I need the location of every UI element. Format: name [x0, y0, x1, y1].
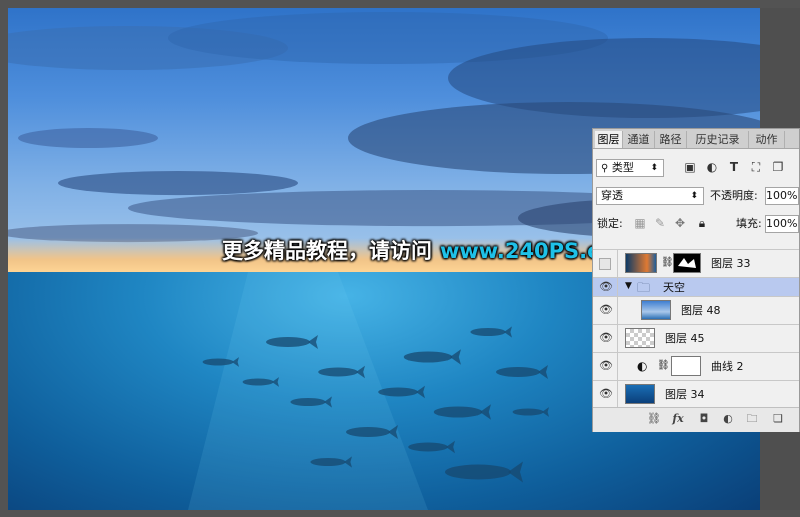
- fx-icon[interactable]: fx: [671, 412, 685, 426]
- new-adjustment-icon[interactable]: ◐: [721, 412, 735, 426]
- lock-transparency-icon[interactable]: ▦: [633, 216, 647, 230]
- adjustment-layer-icon: ◐: [637, 359, 648, 373]
- watermark-text: 更多精品教程，请访问: [222, 239, 432, 263]
- layer-name: 图层 34: [665, 388, 705, 401]
- new-group-icon[interactable]: 🗀: [745, 412, 759, 426]
- blend-row: 穿透 ⬍ 不透明度: 100%: [593, 184, 799, 208]
- layer-list: ⛓ 图层 33 👁︎ ▼ 🗀 天空 👁︎ 图层 48 👁︎ 图层 45 👁︎ ◐…: [593, 247, 799, 407]
- link-chain-icon[interactable]: ⛓: [657, 360, 670, 371]
- layer-thumbnail: [625, 384, 655, 404]
- opacity-input[interactable]: 100%: [765, 187, 799, 205]
- link-layers-icon[interactable]: ⛓: [647, 412, 661, 426]
- fill-label: 填充:: [736, 217, 762, 230]
- layer-name: 曲线 2: [711, 360, 744, 373]
- lock-row: 锁定: ▦ ✎ ✥ 🔒︎ 填充: 100%: [593, 212, 799, 236]
- divider: [617, 250, 618, 277]
- filter-kind-dropdown[interactable]: ⚲ 类型 ⬍: [596, 159, 664, 177]
- lock-label: 锁定:: [597, 217, 623, 230]
- new-layer-icon[interactable]: ❏: [771, 412, 785, 426]
- updown-arrow-icon: ⬍: [650, 163, 658, 173]
- eye-icon[interactable]: 👁︎: [599, 281, 613, 293]
- layer-name: 图层 48: [681, 304, 721, 317]
- visibility-toggle-off[interactable]: [599, 258, 611, 270]
- type-filter-icon[interactable]: T: [727, 160, 741, 174]
- divider: [617, 297, 618, 324]
- lock-position-icon[interactable]: ✥: [673, 216, 687, 230]
- image-filter-icon[interactable]: ▣: [683, 160, 697, 174]
- search-icon: ⚲: [601, 163, 609, 174]
- layers-panel: 图层 通道 路径 历史记录 动作 ⚲ 类型 ⬍ ▣ ◐ T ⛶ ❐ 穿透 ⬍ 不…: [592, 128, 800, 432]
- divider: [617, 278, 618, 296]
- blend-mode-value: 穿透: [601, 189, 623, 202]
- panel-footer: ⛓ fx ◘ ◐ 🗀 ❏: [593, 407, 799, 432]
- divider: [617, 325, 618, 352]
- layer-thumbnail: [641, 300, 671, 320]
- panel-tab-bar: 图层 通道 路径 历史记录 动作: [593, 129, 799, 149]
- layer-name: 图层 33: [711, 257, 751, 270]
- eye-icon[interactable]: 👁︎: [599, 332, 613, 344]
- filter-kind-label: 类型: [611, 161, 634, 174]
- mask-shape: [678, 258, 696, 268]
- layer-mask-thumbnail[interactable]: [673, 253, 701, 273]
- layer-row[interactable]: 👁︎ 图层 45: [593, 324, 799, 352]
- blend-mode-dropdown[interactable]: 穿透 ⬍: [596, 187, 704, 205]
- layer-row[interactable]: 👁︎ ◐ ⛓ 曲线 2: [593, 352, 799, 380]
- layer-mask-thumbnail[interactable]: [671, 356, 701, 376]
- tab-channels[interactable]: 通道: [623, 131, 655, 148]
- eye-icon[interactable]: 👁︎: [599, 360, 613, 372]
- group-name: 天空: [663, 281, 685, 294]
- tab-history[interactable]: 历史记录: [687, 131, 749, 148]
- disclosure-triangle-icon[interactable]: ▼: [625, 281, 632, 291]
- divider: [617, 353, 618, 380]
- tab-layers[interactable]: 图层: [595, 131, 623, 148]
- filter-row: ⚲ 类型 ⬍ ▣ ◐ T ⛶ ❐: [593, 156, 799, 180]
- shape-filter-icon[interactable]: ⛶: [749, 160, 763, 174]
- lock-pixels-brush-icon[interactable]: ✎: [653, 216, 667, 230]
- add-mask-icon[interactable]: ◘: [697, 412, 711, 426]
- tab-paths[interactable]: 路径: [655, 131, 687, 148]
- layer-row[interactable]: 👁︎ 图层 34: [593, 380, 799, 407]
- opacity-label: 不透明度:: [710, 189, 758, 202]
- watermark: 更多精品教程，请访问 www.240PS.com: [222, 236, 636, 266]
- eye-icon[interactable]: 👁︎: [599, 304, 613, 316]
- tab-actions[interactable]: 动作: [749, 131, 785, 148]
- smart-object-filter-icon[interactable]: ❐: [771, 160, 785, 174]
- adjustment-filter-icon[interactable]: ◐: [705, 160, 719, 174]
- layer-name: 图层 45: [665, 332, 705, 345]
- layer-thumbnail: [625, 253, 657, 273]
- link-chain-icon[interactable]: ⛓: [661, 257, 674, 268]
- layer-row[interactable]: 👁︎ 图层 48: [593, 296, 799, 324]
- fill-input[interactable]: 100%: [765, 215, 799, 233]
- layer-row[interactable]: ⛓ 图层 33: [593, 249, 799, 277]
- divider: [617, 381, 618, 407]
- layer-thumbnail: [625, 328, 655, 348]
- lock-all-icon[interactable]: 🔒︎: [695, 216, 709, 230]
- eye-icon[interactable]: 👁︎: [599, 388, 613, 400]
- updown-arrow-icon: ⬍: [690, 191, 698, 201]
- layer-group-row[interactable]: 👁︎ ▼ 🗀 天空: [593, 277, 799, 296]
